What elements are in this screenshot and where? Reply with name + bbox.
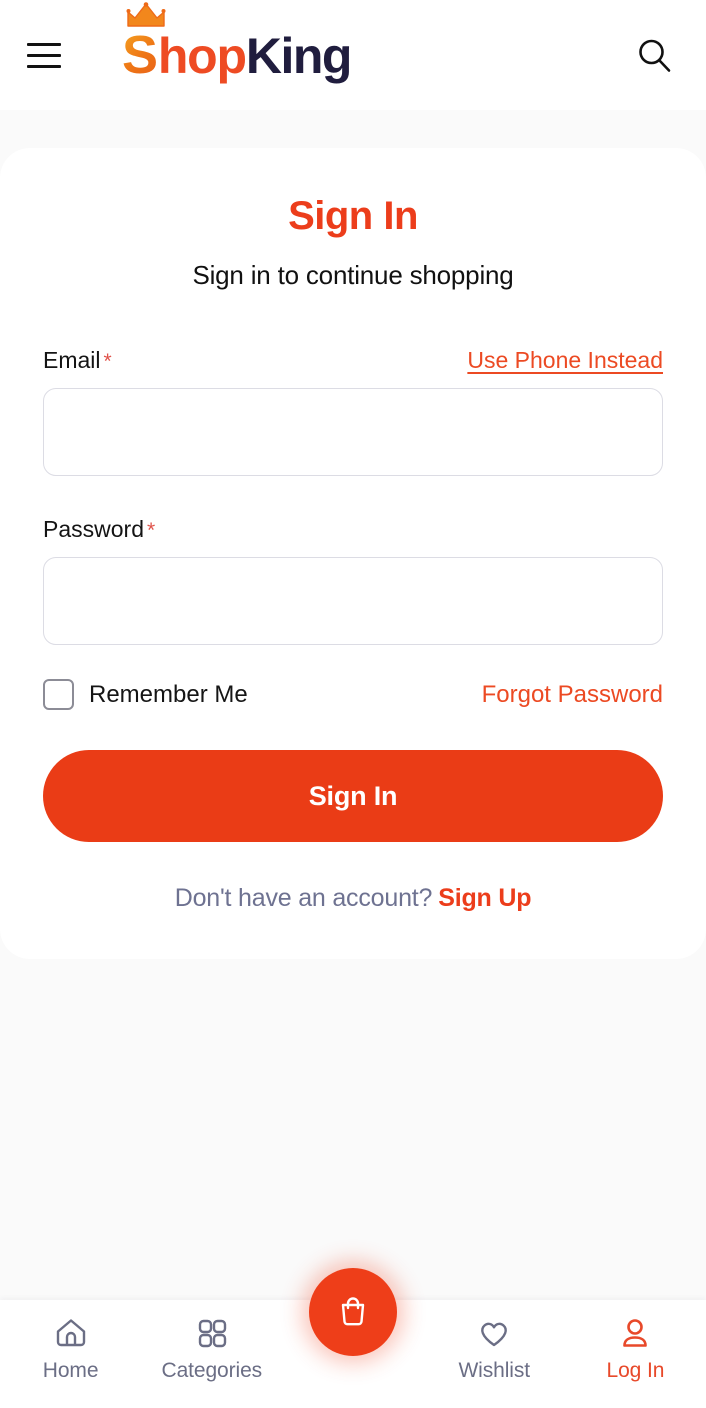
- logo-letter-s: S: [122, 25, 158, 85]
- nav-label-home: Home: [42, 1359, 99, 1382]
- hamburger-menu-icon[interactable]: [24, 32, 70, 78]
- nav-item-home[interactable]: Home: [0, 1314, 141, 1383]
- nav-item-login[interactable]: Log In: [565, 1314, 706, 1383]
- nav-item-wishlist[interactable]: Wishlist: [424, 1314, 565, 1383]
- sign-up-link[interactable]: Sign Up: [438, 884, 531, 912]
- user-icon: [623, 1319, 648, 1347]
- use-phone-instead-link[interactable]: Use Phone Instead: [467, 347, 663, 374]
- signin-card: Sign In Sign in to continue shopping Ema…: [0, 148, 706, 959]
- page-body: Sign In Sign in to continue shopping Ema…: [0, 110, 706, 1408]
- nav-label-wishlist: Wishlist: [458, 1359, 530, 1382]
- nav-item-categories[interactable]: Categories: [141, 1314, 282, 1383]
- shopping-bag-icon: [341, 1297, 365, 1326]
- email-field-group: Email * Use Phone Instead: [43, 347, 663, 476]
- grid-icon: [198, 1319, 226, 1348]
- remember-me-checkbox[interactable]: [43, 679, 74, 710]
- email-label-text: Email: [43, 347, 101, 373]
- logo-text-king: King: [245, 28, 353, 84]
- required-asterisk: *: [146, 519, 156, 542]
- email-label-row: Email * Use Phone Instead: [43, 347, 663, 374]
- crown-icon: [126, 2, 166, 27]
- password-label-row: Password *: [43, 516, 663, 543]
- hamburger-bar: [27, 42, 61, 46]
- required-asterisk: *: [103, 350, 112, 373]
- password-label-text: Password: [43, 516, 144, 542]
- heart-icon: [481, 1322, 508, 1347]
- app-screen: Shop King Sign In Sign in to continue sho…: [0, 0, 706, 1408]
- hamburger-bar: [27, 53, 61, 57]
- options-row: Remember Me Forgot Password: [43, 679, 663, 710]
- password-label: Password *: [43, 516, 155, 543]
- signup-prompt-row: Don't have an account? Sign Up: [43, 884, 663, 913]
- logo-text: Shop King: [122, 2, 353, 85]
- page-subtitle: Sign in to continue shopping: [192, 260, 514, 290]
- logo-text-hop: hop: [157, 28, 247, 84]
- password-field-group: Password *: [43, 516, 663, 645]
- nav-label-login: Log In: [606, 1359, 665, 1382]
- home-icon: [56, 1319, 85, 1347]
- email-label: Email *: [43, 347, 112, 374]
- cart-fab-button[interactable]: [309, 1268, 397, 1356]
- hamburger-bar: [27, 64, 61, 68]
- remember-me-toggle[interactable]: Remember Me: [43, 679, 248, 710]
- sign-in-button[interactable]: Sign In: [43, 750, 663, 842]
- search-glyph: [639, 39, 671, 72]
- nav-label-categories: Categories: [161, 1359, 263, 1382]
- email-input[interactable]: [43, 388, 663, 476]
- search-icon[interactable]: [630, 31, 678, 79]
- remember-me-label: Remember Me: [89, 680, 248, 708]
- signup-prompt-text: Don't have an account?: [174, 884, 433, 912]
- password-input[interactable]: [43, 557, 663, 645]
- forgot-password-link[interactable]: Forgot Password: [482, 681, 663, 709]
- app-logo[interactable]: Shop King: [122, 2, 353, 85]
- page-title: Sign In: [288, 194, 418, 238]
- app-header: Shop King: [0, 0, 706, 110]
